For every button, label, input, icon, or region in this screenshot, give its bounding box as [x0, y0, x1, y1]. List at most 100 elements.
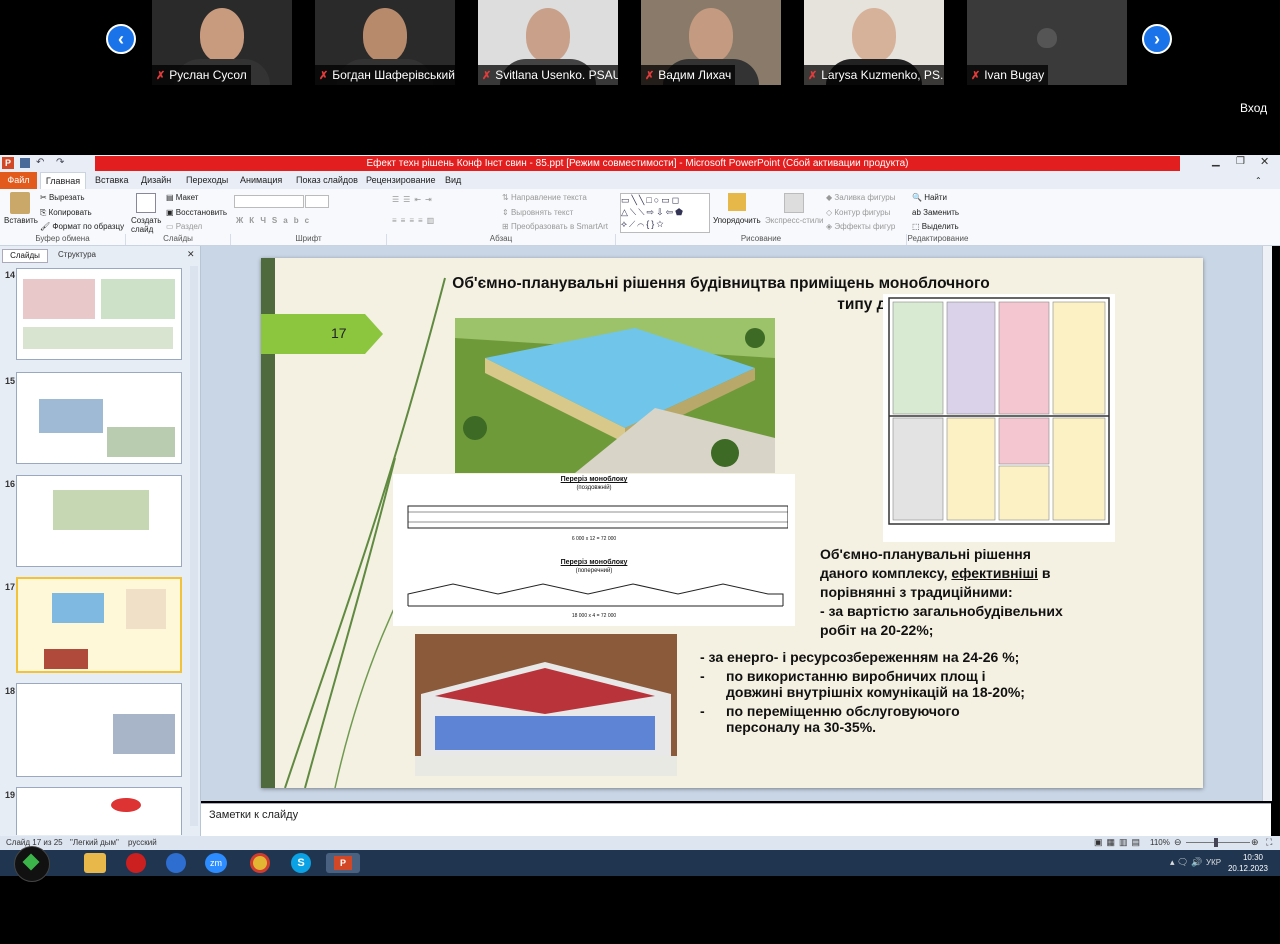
slide-thumbnail[interactable]	[16, 372, 182, 464]
model-photo-image	[415, 634, 677, 776]
find-button[interactable]: 🔍 Найти	[912, 193, 947, 202]
copy-label: Копировать	[48, 208, 92, 217]
font-name-input[interactable]	[234, 195, 304, 208]
tab-transitions[interactable]: Переходы	[186, 172, 228, 189]
participant-tile[interactable]: ✗ Вадим Лихач	[641, 0, 781, 85]
clock-time[interactable]: 10:30	[1234, 853, 1272, 862]
next-page-button[interactable]: ›	[1142, 24, 1172, 54]
input-language[interactable]: УКР	[1206, 858, 1221, 867]
align-buttons[interactable]: ≡≡≡≡▥	[392, 216, 438, 225]
tab-outline[interactable]: Структура	[50, 249, 104, 261]
text-line: порівнянні з традиційними:	[820, 584, 1013, 600]
cross-section-title: Переріз моноблоку	[560, 559, 628, 566]
tab-animation[interactable]: Анимация	[240, 172, 282, 189]
participant-tile[interactable]: ✗ Руслан Сусол	[152, 0, 292, 85]
participant-tile[interactable]: ✗ Larysa Kuzmenko, PS...	[804, 0, 944, 85]
chrome-icon[interactable]	[250, 853, 270, 873]
new-slide-icon[interactable]	[136, 193, 156, 213]
cut-label: Вырезать	[48, 193, 85, 202]
slide-thumbnail[interactable]	[16, 787, 182, 835]
ribbon-tabs: Файл Главная Вставка Дизайн Переходы Ани…	[0, 172, 1280, 190]
participant-tile[interactable]: ✗ Svitlana Usenko. PSAU	[478, 0, 618, 85]
slide-thumbnail[interactable]	[16, 475, 182, 567]
tab-slides[interactable]: Слайды	[2, 249, 48, 263]
font-size-input[interactable]	[305, 195, 329, 208]
app-icon[interactable]	[166, 853, 186, 873]
close-button[interactable]: ✕	[1260, 155, 1269, 168]
clock-date[interactable]: 20.12.2023	[1226, 864, 1270, 873]
copy-button[interactable]: ⎘ Копировать	[40, 208, 92, 218]
paste-icon[interactable]	[10, 192, 30, 214]
save-icon[interactable]	[20, 158, 30, 168]
skype-icon[interactable]: S	[291, 853, 311, 873]
tab-insert[interactable]: Вставка	[95, 172, 128, 189]
cut-button[interactable]: ✂ Вырезать	[40, 193, 85, 202]
slide-thumbnail[interactable]	[16, 683, 182, 777]
tab-home[interactable]: Главная	[40, 172, 86, 190]
tab-slide-show[interactable]: Показ слайдов	[296, 172, 358, 189]
shape-outline-label: Контур фигуры	[834, 208, 891, 217]
muted-mic-icon: ✗	[645, 70, 655, 82]
zoom-level[interactable]: 110%	[1150, 838, 1170, 847]
enter-label[interactable]: Вход	[1240, 101, 1267, 115]
muted-mic-icon: ✗	[808, 70, 818, 82]
layout-button[interactable]: ▤ Макет	[166, 193, 198, 202]
shape-fill-button[interactable]: ◆ Заливка фигуры	[826, 193, 895, 202]
efficiency-text-block: Об'ємно-планувальні рішення даного компл…	[820, 545, 1120, 640]
arrange-icon[interactable]	[728, 193, 746, 211]
canvas-scrollbar[interactable]	[1262, 246, 1272, 801]
zoom-app-icon[interactable]: zm	[205, 853, 227, 873]
opera-icon[interactable]	[126, 853, 146, 873]
reset-button[interactable]: ▣ Восстановить	[166, 208, 227, 217]
participant-tile[interactable]: ✗ Богдан Шаферівський	[315, 0, 455, 85]
maximize-button[interactable]: ❐	[1236, 156, 1245, 167]
participant-video	[689, 8, 733, 62]
shape-effects-button[interactable]: ◈ Эффекты фигур	[826, 222, 895, 231]
quick-styles-icon[interactable]	[784, 193, 804, 213]
zoom-slider[interactable]	[1186, 842, 1250, 843]
slide-thumbnail-selected[interactable]	[16, 577, 182, 673]
powerpoint-taskbar-button[interactable]: P	[326, 853, 360, 873]
participant-tile[interactable]: ✗ Ivan Bugay	[967, 0, 1127, 85]
minimize-button[interactable]: ▁	[1212, 156, 1220, 167]
paste-button[interactable]: Вставить	[4, 216, 38, 225]
quick-styles-button[interactable]: Экспресс-стили	[765, 216, 824, 225]
format-painter-button[interactable]: 🖌 Формат по образцу	[40, 222, 124, 231]
language[interactable]: русский	[128, 838, 157, 847]
bullet-line: персоналу на 30-35%.	[726, 719, 877, 735]
redo-icon[interactable]: ↷	[56, 158, 64, 168]
section-button[interactable]: ▭ Раздел	[166, 222, 202, 231]
tab-view[interactable]: Вид	[445, 172, 461, 189]
select-button[interactable]: ⬚ Выделить	[912, 222, 959, 231]
zoom-in-button[interactable]: ⊕	[1251, 837, 1259, 848]
longitudinal-section-subtitle: (поздовжній)	[576, 485, 612, 491]
zoom-slider-handle[interactable]	[1214, 838, 1218, 847]
bullet-list: - за енерго- і ресурсозбереженням на 24-…	[700, 649, 1120, 736]
tab-design[interactable]: Дизайн	[141, 172, 171, 189]
slide-thumbnail[interactable]	[16, 268, 182, 360]
shapes-gallery[interactable]: ▭╲╲□○▭◻ △⟍⟍⇨⇩⇦⬟ ⟡⟋⌒{}☆	[620, 193, 710, 233]
zoom-out-button[interactable]: ⊖	[1174, 837, 1182, 848]
font-format-buttons[interactable]: ЖКЧSabc	[236, 216, 315, 225]
smartart-button[interactable]: ⊞ Преобразовать в SmartArt	[502, 222, 608, 231]
fit-slide-icon[interactable]: ⛶	[1266, 837, 1272, 848]
undo-icon[interactable]: ↶	[36, 158, 44, 168]
previous-page-button[interactable]: ‹	[106, 24, 136, 54]
new-slide-button[interactable]: Создать слайд	[131, 216, 161, 234]
file-explorer-icon[interactable]	[84, 853, 106, 873]
close-panel-icon[interactable]: ✕	[187, 249, 195, 260]
align-text-button[interactable]: ⇕ Выровнять текст	[502, 208, 573, 217]
tray-icons[interactable]: ▴ 🗨 🔊	[1170, 857, 1202, 868]
replace-button[interactable]: ab Заменить	[912, 208, 959, 217]
text-direction-button[interactable]: ⇅ Направление текста	[502, 193, 587, 202]
tab-file[interactable]: Файл	[0, 172, 37, 189]
view-buttons[interactable]: ▣▦▥▤	[1094, 837, 1150, 848]
notes-pane[interactable]: Заметки к слайду	[201, 803, 1271, 837]
collapse-ribbon-icon[interactable]: ⌃	[1255, 172, 1262, 189]
theme-name: "Легкий дым"	[70, 838, 119, 847]
tab-review[interactable]: Рецензирование	[366, 172, 436, 189]
shape-outline-button[interactable]: ◇ Контур фигуры	[826, 208, 890, 217]
panel-scrollbar[interactable]	[190, 266, 198, 826]
list-buttons[interactable]: ☰☰⇤⇥	[392, 195, 436, 204]
arrange-button[interactable]: Упорядочить	[713, 216, 761, 225]
